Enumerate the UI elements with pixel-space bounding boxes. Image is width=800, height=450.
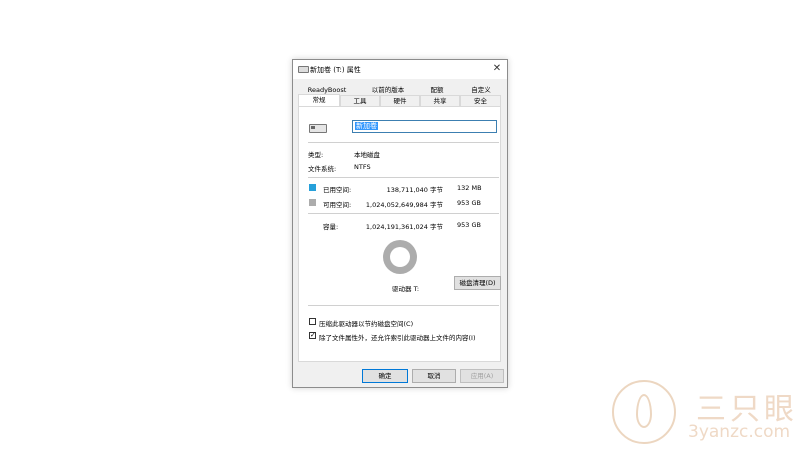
drop-icon — [636, 394, 652, 428]
tab-tools[interactable]: 工具 — [340, 95, 380, 106]
general-panel: 新加卷 类型: 本地磁盘 文件系统: NTFS 已用空间: 138,711,04… — [298, 106, 501, 362]
drive-letter-label: 驱动器 T: — [392, 285, 420, 293]
volume-name-input[interactable]: 新加卷 — [352, 120, 497, 133]
properties-dialog: 新加卷 (T:) 属性 ✕ ReadyBoost 以前的版本 配额 自定义 常规… — [292, 59, 508, 388]
free-space-bytes: 1,024,052,649,984 字节 — [365, 201, 443, 209]
divider — [308, 305, 499, 306]
free-space-swatch — [309, 199, 316, 206]
watermark-url: 3yanzc.com — [688, 422, 791, 442]
disk-cleanup-button[interactable]: 磁盘清理(D) — [454, 276, 501, 290]
type-label: 类型: — [308, 151, 324, 159]
capacity-size: 953 GB — [457, 221, 481, 229]
used-space-bytes: 138,711,040 字节 — [386, 186, 443, 194]
used-space-swatch — [309, 184, 316, 191]
watermark-logo-icon — [612, 380, 676, 444]
ok-button[interactable]: 确定 — [362, 369, 408, 383]
used-space-size: 132 MB — [457, 184, 482, 192]
filesystem-value: NTFS — [354, 163, 371, 171]
index-label[interactable]: 除了文件属性外，还允许索引此驱动器上文件的内容(I) — [319, 332, 476, 342]
tab-quota[interactable]: 配额 — [421, 85, 453, 95]
type-value: 本地磁盘 — [354, 151, 380, 159]
drive-icon — [298, 66, 309, 73]
cancel-button[interactable]: 取消 — [412, 369, 456, 383]
watermark: 三只眼 3yanzc.com — [610, 378, 800, 450]
drive-icon — [309, 124, 327, 133]
free-space-size: 953 GB — [457, 199, 481, 207]
tab-security[interactable]: 安全 — [460, 95, 501, 106]
compress-checkbox[interactable] — [309, 318, 316, 325]
disk-usage-donut — [383, 240, 417, 274]
close-icon[interactable]: ✕ — [487, 60, 507, 79]
volume-name-selected: 新加卷 — [355, 122, 378, 130]
divider — [308, 177, 499, 178]
used-space-label: 已用空间: — [323, 186, 352, 194]
divider — [308, 142, 499, 143]
compress-label[interactable]: 压缩此驱动器以节约磁盘空间(C) — [319, 318, 413, 328]
tab-sharing[interactable]: 共享 — [420, 95, 460, 106]
window-title: 新加卷 (T:) 属性 — [310, 66, 361, 74]
donut-hole — [390, 247, 410, 267]
tab-previous-versions[interactable]: 以前的版本 — [359, 85, 417, 95]
divider — [308, 213, 499, 214]
title-bar[interactable]: 新加卷 (T:) 属性 ✕ — [293, 60, 507, 79]
capacity-label: 容量: — [323, 223, 339, 231]
filesystem-label: 文件系统: — [308, 165, 337, 173]
capacity-bytes: 1,024,191,361,024 字节 — [365, 223, 443, 231]
tab-hardware[interactable]: 硬件 — [380, 95, 420, 106]
apply-button[interactable]: 应用(A) — [460, 369, 504, 383]
index-checkbox[interactable]: ✓ — [309, 332, 316, 339]
free-space-label: 可用空间: — [323, 201, 352, 209]
tab-customize[interactable]: 自定义 — [461, 85, 501, 95]
